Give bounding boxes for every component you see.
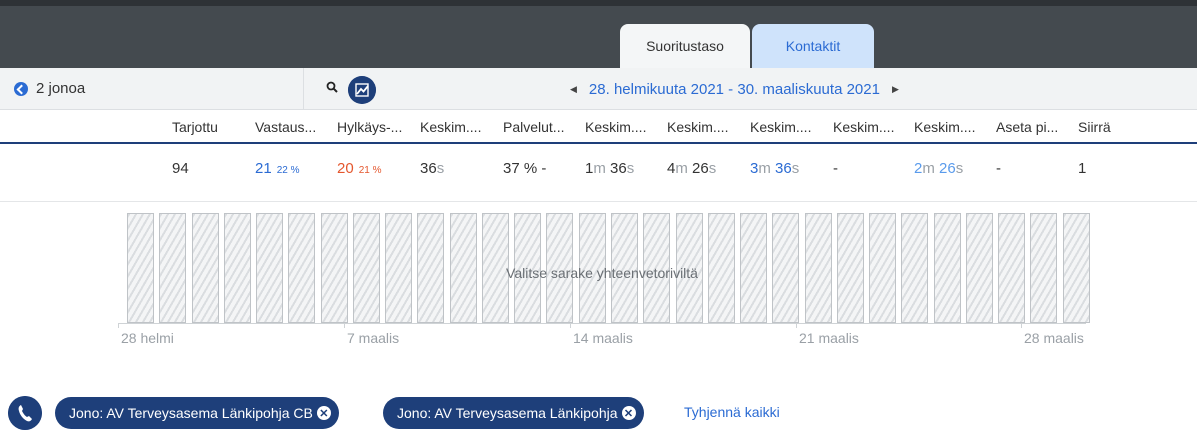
answered-percent: 22 % bbox=[276, 165, 300, 176]
transfer-value[interactable]: 1 bbox=[1078, 160, 1086, 177]
avg-time-value[interactable]: 4m 26s bbox=[667, 160, 716, 177]
close-icon[interactable]: ✕ bbox=[316, 406, 331, 420]
unit-label: m bbox=[758, 160, 771, 177]
back-arrow-icon bbox=[14, 81, 28, 96]
placeholder-chart: Valitse sarake yhteenvetoriviltä bbox=[118, 213, 1090, 323]
filter-chip[interactable]: Jono: AV Terveysasema Länkipohja CB ✕ bbox=[55, 397, 339, 429]
clear-all-link[interactable]: Tyhjennä kaikki bbox=[684, 404, 780, 420]
x-axis-label: 28 helmi bbox=[121, 330, 174, 346]
table-header: Tarjottu Vastaus... Hylkäys-... Keskim..… bbox=[0, 110, 1197, 144]
empty-value[interactable]: - bbox=[996, 160, 1001, 177]
filter-chip[interactable]: Jono: AV Terveysasema Länkipohja ✕ bbox=[383, 397, 644, 429]
tab-suoritustaso[interactable]: Suoritustaso bbox=[620, 24, 750, 68]
unit-label: s bbox=[791, 160, 800, 177]
unit-label: s bbox=[708, 160, 717, 177]
column-header[interactable]: Keskim.... bbox=[420, 119, 481, 135]
column-header[interactable]: Tarjottu bbox=[172, 119, 218, 135]
avg-time-value[interactable]: 3m 36s bbox=[750, 160, 799, 177]
seconds-number: 26 bbox=[692, 160, 709, 177]
unit-label: m bbox=[675, 160, 688, 177]
unit-label: s bbox=[436, 160, 445, 177]
seconds-number: 36 bbox=[775, 160, 792, 177]
abandoned-value[interactable]: 20 21 % bbox=[337, 160, 381, 177]
top-bar: Suoritustaso Kontaktit bbox=[0, 0, 1197, 68]
unit-label: m bbox=[593, 160, 606, 177]
summary-row[interactable]: 94 21 22 % 20 21 % 36s 37 % - 1m 36s 4m 26… bbox=[0, 146, 1197, 202]
x-axis-label: 21 maalis bbox=[799, 330, 859, 346]
seconds-number: 36 bbox=[610, 160, 627, 177]
x-axis-tick bbox=[118, 323, 119, 328]
x-axis-tick bbox=[796, 323, 797, 328]
date-navigator: ◀ 28. helmikuuta 2021 - 30. maaliskuuta … bbox=[570, 81, 899, 98]
x-axis-label: 14 maalis bbox=[573, 330, 633, 346]
date-range-link[interactable]: 28. helmikuuta 2021 - 30. maaliskuuta 20… bbox=[589, 81, 880, 98]
phone-icon[interactable] bbox=[8, 396, 42, 430]
filter-chip-label: Jono: AV Terveysasema Länkipohja bbox=[397, 405, 618, 421]
column-header[interactable]: Keskim.... bbox=[833, 119, 894, 135]
answered-count: 21 bbox=[255, 160, 272, 177]
column-header[interactable]: Vastaus... bbox=[255, 119, 316, 135]
filter-chip-label: Jono: AV Terveysasema Länkipohja CB bbox=[69, 405, 313, 421]
x-axis-label: 28 maalis bbox=[1024, 330, 1084, 346]
avg-time-value[interactable]: 1m 36s bbox=[585, 160, 634, 177]
offered-value[interactable]: 94 bbox=[172, 160, 189, 177]
x-axis-tick bbox=[344, 323, 345, 328]
close-icon[interactable]: ✕ bbox=[621, 406, 636, 420]
next-period-icon[interactable]: ▶ bbox=[892, 84, 899, 95]
x-axis-tick bbox=[1021, 323, 1022, 328]
column-header[interactable]: Hylkäys-... bbox=[337, 119, 402, 135]
column-header[interactable]: Keskim.... bbox=[914, 119, 975, 135]
unit-label: s bbox=[955, 160, 964, 177]
column-header[interactable]: Keskim.... bbox=[667, 119, 728, 135]
column-header[interactable]: Siirrä bbox=[1078, 119, 1111, 135]
empty-value[interactable]: - bbox=[833, 160, 838, 177]
toolbar-divider bbox=[303, 68, 304, 110]
column-header[interactable]: Keskim.... bbox=[750, 119, 811, 135]
unit-label: s bbox=[626, 160, 635, 177]
top-bar-edge bbox=[0, 0, 1197, 6]
toolbar: 2 jonoa ◀ 28. helmikuuta 2021 - 30. maal… bbox=[0, 68, 1197, 110]
x-axis-tick bbox=[570, 323, 571, 328]
service-level-value[interactable]: 37 % - bbox=[503, 160, 546, 177]
abandoned-count: 20 bbox=[337, 160, 354, 177]
unit-label: m bbox=[922, 160, 935, 177]
chart-placeholder-message: Valitse sarake yhteenvetoriviltä bbox=[506, 265, 698, 281]
trend-chart-icon[interactable] bbox=[348, 76, 376, 104]
x-axis-label: 7 maalis bbox=[347, 330, 400, 346]
avg-wait-value[interactable]: 36s bbox=[420, 160, 444, 177]
queue-count-label: 2 jonoa bbox=[36, 80, 86, 97]
avg-time-value[interactable]: 2m 26s bbox=[914, 160, 963, 177]
seconds-number: 26 bbox=[939, 160, 956, 177]
prev-period-icon[interactable]: ◀ bbox=[570, 84, 577, 95]
filter-bar: Jono: AV Terveysasema Länkipohja CB ✕ Jo… bbox=[0, 392, 1197, 434]
x-axis bbox=[118, 323, 1086, 324]
column-header[interactable]: Keskim.... bbox=[585, 119, 646, 135]
abandoned-percent: 21 % bbox=[358, 165, 382, 176]
search-icon[interactable] bbox=[326, 81, 338, 93]
column-header[interactable]: Aseta pi... bbox=[996, 119, 1058, 135]
back-button[interactable]: 2 jonoa bbox=[14, 80, 85, 97]
column-header[interactable]: Palvelut... bbox=[503, 119, 564, 135]
tab-kontaktit[interactable]: Kontaktit bbox=[752, 24, 874, 68]
answered-value[interactable]: 21 22 % bbox=[255, 160, 299, 177]
avg-wait-number: 36 bbox=[420, 160, 437, 177]
